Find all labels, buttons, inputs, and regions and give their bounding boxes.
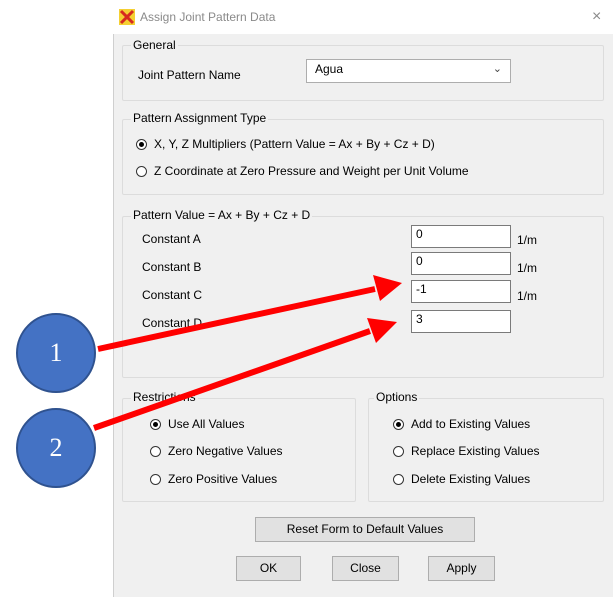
arrow-2-head [367, 318, 397, 343]
annotation-arrows [93, 275, 402, 431]
arrow-2-line [93, 328, 371, 431]
arrow-1-head [373, 275, 402, 301]
annotation-marker-1: 1 [16, 313, 96, 393]
annotation-marker-2: 2 [16, 408, 96, 488]
arrow-1-line [97, 286, 376, 352]
